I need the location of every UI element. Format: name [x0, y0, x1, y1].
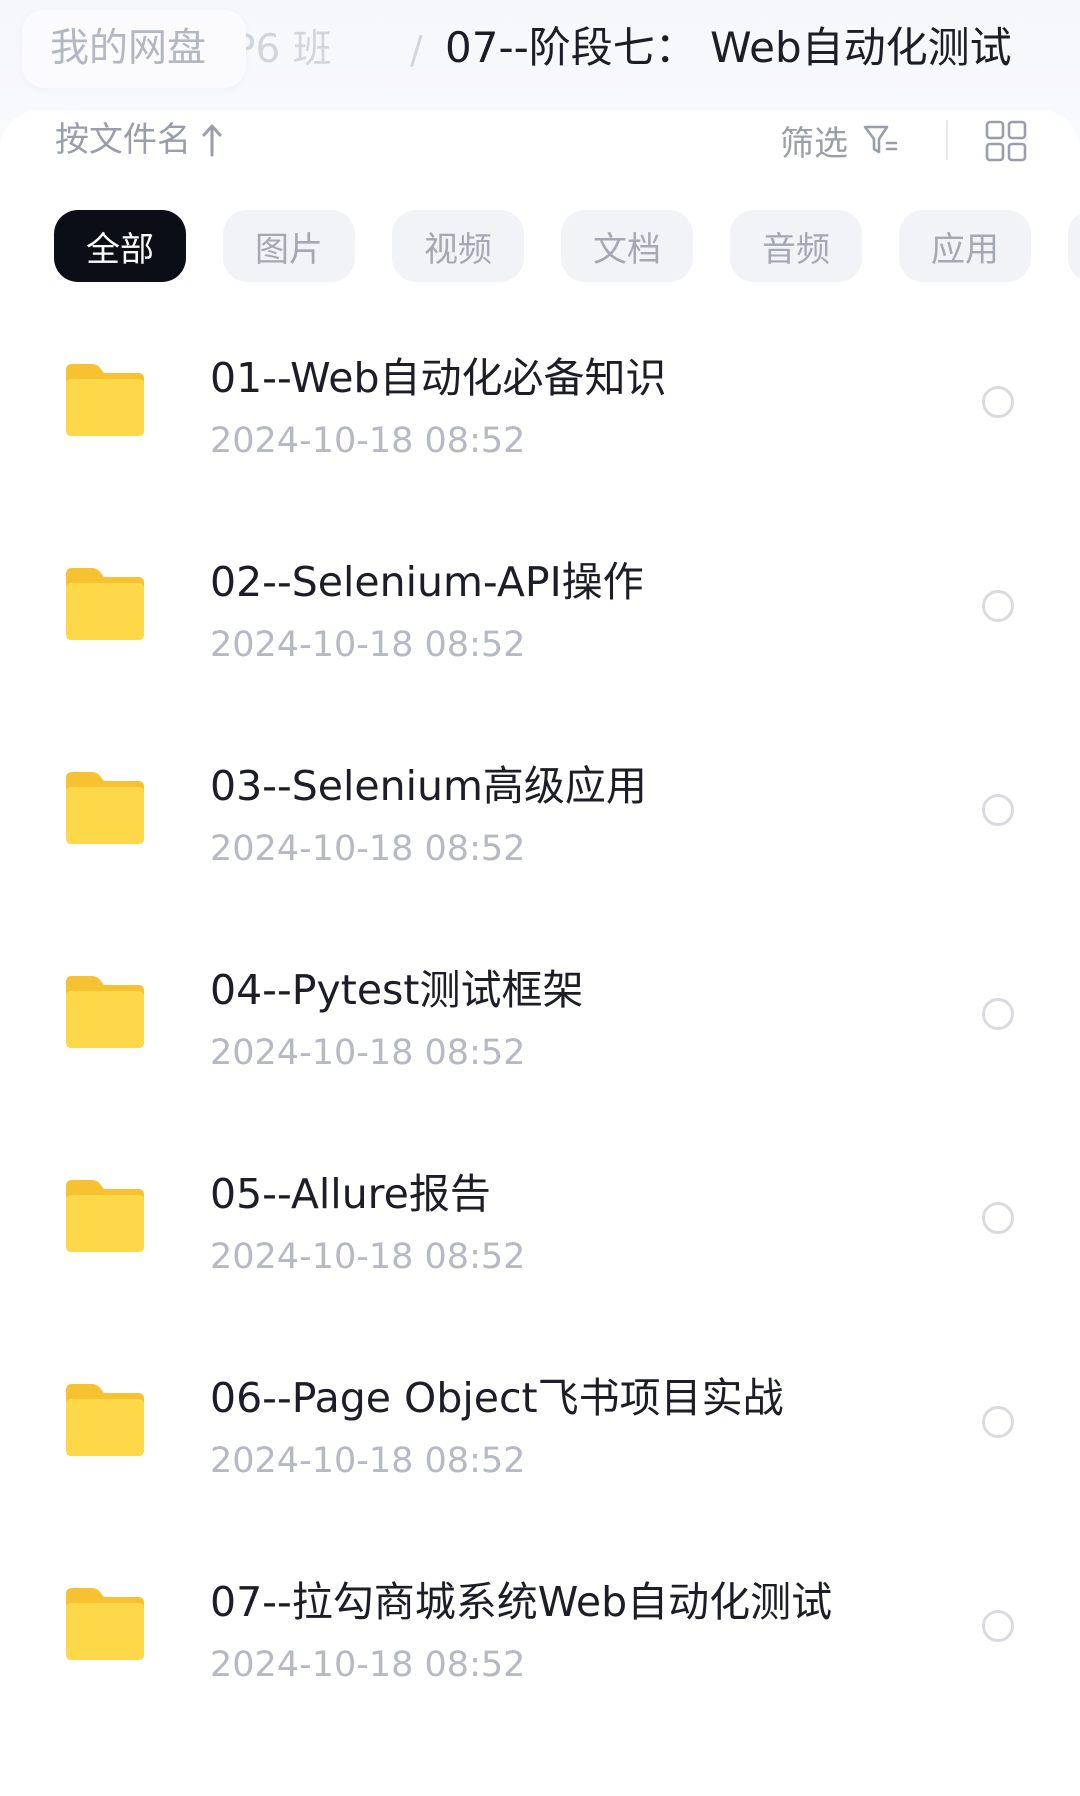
file-name: 07--拉勾商城系统Web自动化测试	[210, 1578, 833, 1626]
breadcrumb-item-class[interactable]: P6 班	[232, 22, 332, 78]
list-item[interactable]: 07--拉勾商城系统Web自动化测试 2024-10-18 08:52	[0, 1544, 1080, 1748]
select-checkbox[interactable]	[982, 1610, 1014, 1642]
file-name: 02--Selenium-API操作	[210, 558, 644, 606]
file-date: 2024-10-18 08:52	[210, 625, 526, 665]
list-item[interactable]: 04--Pytest测试框架 2024-10-18 08:52	[0, 932, 1080, 1136]
folder-icon	[66, 1588, 144, 1660]
folder-icon	[66, 1180, 144, 1252]
sort-arrow-up-icon	[202, 124, 222, 157]
file-date: 2024-10-18 08:52	[210, 421, 526, 461]
file-name: 03--Selenium高级应用	[210, 762, 647, 810]
list-item[interactable]: 06--Page Object飞书项目实战 2024-10-18 08:52	[0, 1340, 1080, 1544]
select-checkbox[interactable]	[982, 1202, 1014, 1234]
select-checkbox[interactable]	[982, 998, 1014, 1030]
breadcrumb-current-folder: 07--阶段七： Web自动化测试	[445, 23, 1012, 72]
tab-audio[interactable]: 音频	[730, 210, 862, 282]
tab-images[interactable]: 图片	[223, 210, 355, 282]
breadcrumb-separator: /	[410, 28, 423, 72]
sort-button[interactable]: 按文件名	[55, 110, 223, 170]
folder-icon	[66, 1384, 144, 1456]
file-name: 05--Allure报告	[210, 1170, 491, 1218]
toolbar-divider	[946, 120, 948, 160]
sort-label: 按文件名	[55, 120, 191, 160]
list-item[interactable]: 01--Web自动化必备知识 2024-10-18 08:52	[0, 320, 1080, 524]
tab-all[interactable]: 全部	[54, 210, 186, 282]
list-item[interactable]: 03--Selenium高级应用 2024-10-18 08:52	[0, 728, 1080, 932]
file-list: 01--Web自动化必备知识 2024-10-18 08:52 02--Sele…	[0, 320, 1080, 1748]
file-name: 04--Pytest测试框架	[210, 966, 584, 1014]
filter-button[interactable]: 筛选	[780, 110, 898, 170]
folder-icon	[66, 976, 144, 1048]
tab-more[interactable]	[1068, 210, 1080, 282]
folder-icon	[66, 568, 144, 640]
breadcrumb-item-my-drive[interactable]: 我的网盘	[22, 10, 246, 88]
tab-documents[interactable]: 文档	[561, 210, 693, 282]
filter-icon	[863, 125, 898, 154]
list-item[interactable]: 02--Selenium-API操作 2024-10-18 08:52	[0, 524, 1080, 728]
filter-label: 筛选	[780, 123, 848, 164]
file-date: 2024-10-18 08:52	[210, 1033, 526, 1073]
select-checkbox[interactable]	[982, 386, 1014, 418]
file-date: 2024-10-18 08:52	[210, 1441, 526, 1481]
grid-view-icon[interactable]	[985, 120, 1027, 162]
tab-videos[interactable]: 视频	[392, 210, 524, 282]
file-date: 2024-10-18 08:52	[210, 1237, 526, 1277]
select-checkbox[interactable]	[982, 590, 1014, 622]
list-item[interactable]: 05--Allure报告 2024-10-18 08:52	[0, 1136, 1080, 1340]
app-screen: P6 班 我的网盘 / 07--阶段七： Web自动化测试 按文件名 筛选 全部…	[0, 0, 1080, 1796]
file-name: 06--Page Object飞书项目实战	[210, 1374, 784, 1422]
select-checkbox[interactable]	[982, 1406, 1014, 1438]
category-tabs: 全部 图片 视频 文档 音频 应用	[54, 210, 1080, 282]
file-date: 2024-10-18 08:52	[210, 1645, 526, 1685]
folder-icon	[66, 772, 144, 844]
folder-icon	[66, 364, 144, 436]
select-checkbox[interactable]	[982, 794, 1014, 826]
file-date: 2024-10-18 08:52	[210, 829, 526, 869]
tab-apps[interactable]: 应用	[899, 210, 1031, 282]
file-name: 01--Web自动化必备知识	[210, 354, 667, 402]
